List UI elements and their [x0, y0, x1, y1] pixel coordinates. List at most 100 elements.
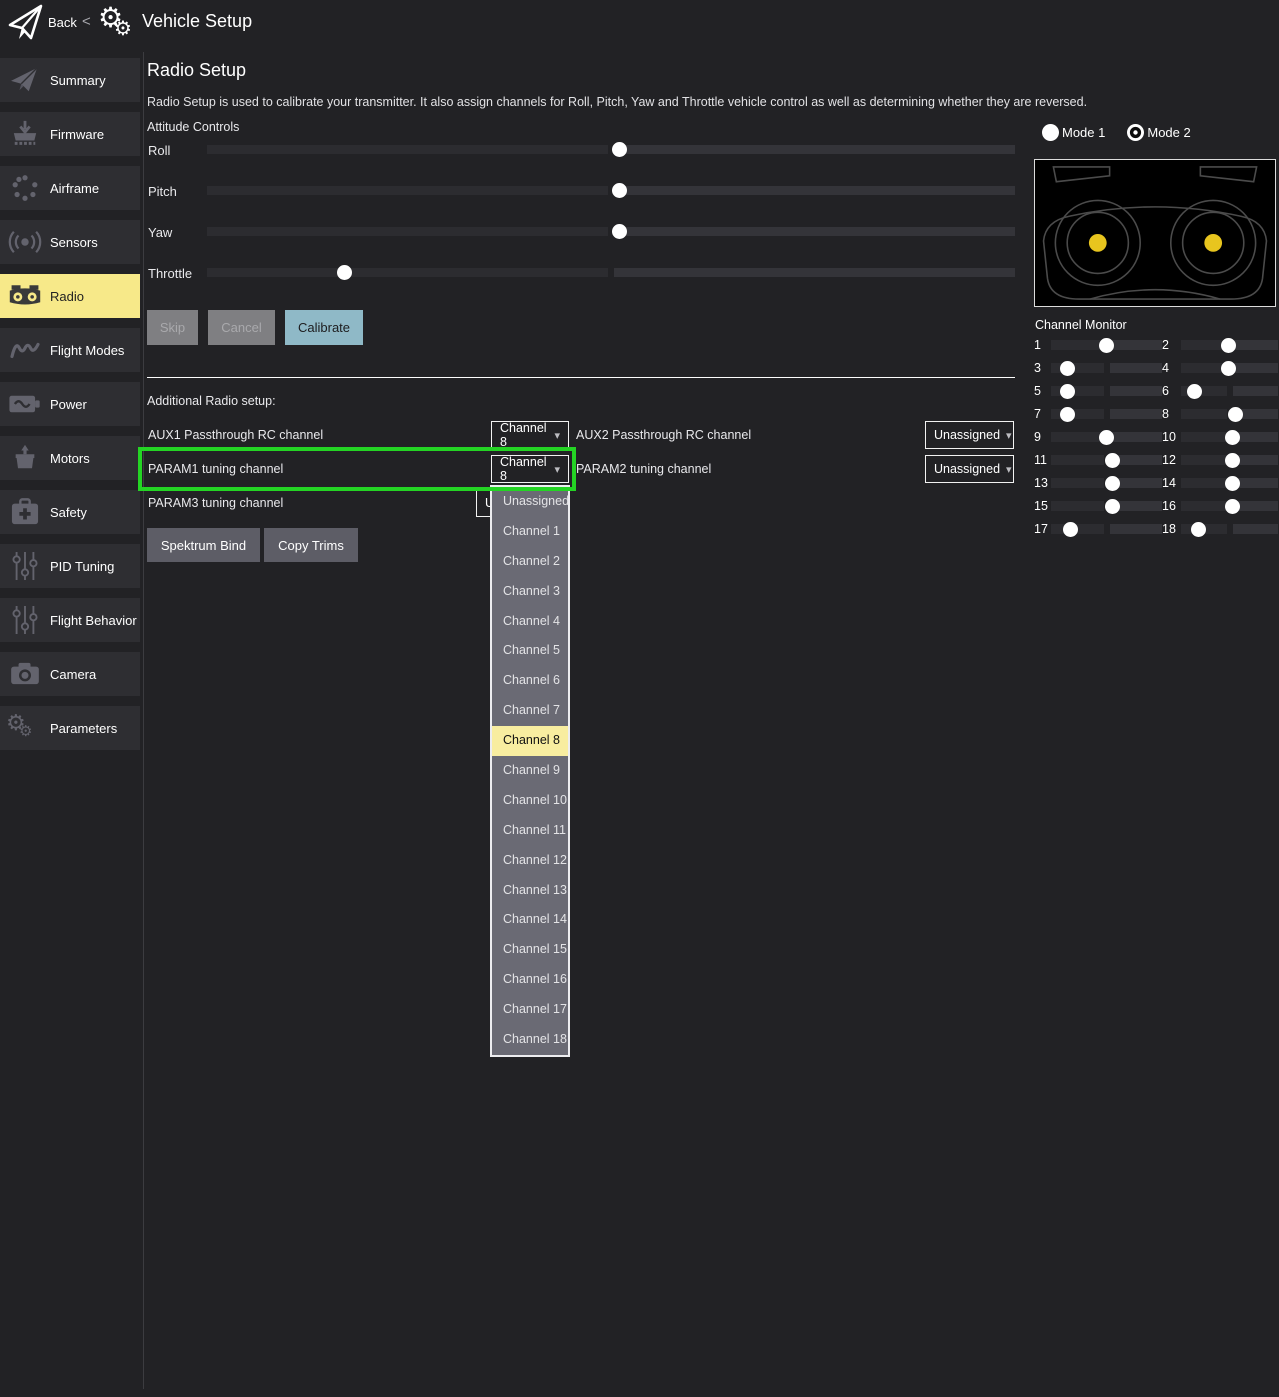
back-button[interactable]: Back — [48, 15, 77, 30]
channel-monitor-row-18: 18 — [1162, 524, 1278, 534]
channel-monitor-row-16: 16 — [1162, 501, 1278, 511]
aux2-passthrough-label: AUX2 Passthrough RC channel — [576, 428, 751, 442]
sidebar-item-label: Parameters — [50, 721, 117, 736]
aux1-passthrough-dropdown[interactable]: Channel 8 — [491, 421, 569, 449]
skip-button[interactable]: Skip — [147, 310, 198, 345]
sidebar-item-radio[interactable]: Radio — [0, 274, 140, 318]
slider-handle[interactable] — [612, 224, 627, 239]
channel-monitor: 123456789101112131415161718 — [1034, 340, 1278, 534]
calibrate-button[interactable]: Calibrate — [285, 310, 363, 345]
sidebar-item-label: Flight Modes — [50, 343, 124, 358]
sidebar-item-camera[interactable]: Camera — [0, 652, 140, 696]
dropdown-option-channel-4[interactable]: Channel 4 — [492, 607, 568, 637]
channel-number: 6 — [1162, 384, 1178, 398]
slider-handle[interactable] — [612, 142, 627, 157]
gears-icon: ⚙⚙ — [0, 708, 50, 748]
dropdown-option-channel-14[interactable]: Channel 14 — [492, 905, 568, 935]
chevron-down-icon — [548, 428, 560, 442]
dropdown-option-channel-1[interactable]: Channel 1 — [492, 517, 568, 547]
sidebar-item-flight-modes[interactable]: Flight Modes — [0, 328, 140, 372]
dropdown-option-channel-18[interactable]: Channel 18 — [492, 1025, 568, 1055]
dropdown-option-channel-12[interactable]: Channel 12 — [492, 846, 568, 876]
section-title: Radio Setup — [147, 60, 246, 81]
chevron-down-icon — [1000, 428, 1012, 442]
sidebar-item-firmware[interactable]: Firmware — [0, 112, 140, 156]
slider-handle[interactable] — [337, 265, 352, 280]
dropdown-option-channel-17[interactable]: Channel 17 — [492, 995, 568, 1025]
sidebar-item-power[interactable]: Power — [0, 382, 140, 426]
dropdown-option-unassigned[interactable]: Unassigned — [492, 487, 568, 517]
safety-icon — [0, 492, 50, 532]
dropdown-option-channel-3[interactable]: Channel 3 — [492, 577, 568, 607]
param2-tuning-dropdown[interactable]: Unassigned — [925, 455, 1014, 483]
copy-trims-button[interactable]: Copy Trims — [264, 528, 358, 562]
sidebar-item-pid-tuning[interactable]: PID Tuning — [0, 544, 140, 588]
sidebar-item-sensors[interactable]: Sensors — [0, 220, 140, 264]
sidebar-item-safety[interactable]: Safety — [0, 490, 140, 534]
channel-bar — [1181, 386, 1278, 396]
radio-button-icon — [1127, 124, 1144, 141]
dropdown-option-channel-11[interactable]: Channel 11 — [492, 816, 568, 846]
slider-label: Roll — [148, 143, 170, 158]
dropdown-option-channel-8[interactable]: Channel 8 — [492, 726, 568, 756]
sidebar-item-motors[interactable]: Motors — [0, 436, 140, 480]
channel-monitor-row-12: 12 — [1162, 455, 1278, 465]
dropdown-option-channel-16[interactable]: Channel 16 — [492, 965, 568, 995]
radio-mode-1[interactable]: Mode 1 — [1042, 124, 1105, 141]
channel-monitor-row-8: 8 — [1162, 409, 1278, 419]
channel-monitor-row-14: 14 — [1162, 478, 1278, 488]
slider-track[interactable] — [207, 145, 1015, 154]
sidebar-item-label: Radio — [50, 289, 84, 304]
slider-handle[interactable] — [612, 183, 627, 198]
spektrum-bind-button[interactable]: Spektrum Bind — [147, 528, 260, 562]
aux2-passthrough-dropdown[interactable]: Unassigned — [925, 421, 1014, 449]
additional-radio-setup-heading: Additional Radio setup: — [147, 394, 276, 408]
sidebar-item-airframe[interactable]: Airframe — [0, 166, 140, 210]
channel-number: 11 — [1034, 453, 1048, 467]
channel-bar — [1051, 363, 1162, 373]
slider-track[interactable] — [207, 186, 1015, 195]
sidebar-item-label: Camera — [50, 667, 96, 682]
param1-tuning-label: PARAM1 tuning channel — [148, 462, 283, 476]
channel-monitor-row-1: 1 — [1034, 340, 1162, 350]
channel-bar — [1051, 501, 1162, 511]
attitude-controls-heading: Attitude Controls — [147, 120, 239, 134]
dropdown-option-channel-10[interactable]: Channel 10 — [492, 786, 568, 816]
param3-tuning-label: PARAM3 tuning channel — [148, 496, 283, 510]
transmitter-sticks-image — [1034, 159, 1276, 307]
sidebar-item-parameters[interactable]: ⚙⚙Parameters — [0, 706, 140, 750]
cancel-button[interactable]: Cancel — [208, 310, 275, 345]
sidebar-item-label: Sensors — [50, 235, 98, 250]
channel-monitor-row-13: 13 — [1034, 478, 1162, 488]
param1-tuning-dropdown[interactable]: Channel 8 — [491, 455, 569, 483]
sidebar-item-summary[interactable]: Summary — [0, 58, 140, 102]
channel-number: 16 — [1162, 499, 1178, 513]
dropdown-option-channel-7[interactable]: Channel 7 — [492, 696, 568, 726]
section-divider — [147, 377, 1015, 378]
channel-number: 13 — [1034, 476, 1048, 490]
radio-mode-2[interactable]: Mode 2 — [1127, 124, 1190, 141]
param2-tuning-label: PARAM2 tuning channel — [576, 462, 711, 476]
motors-icon — [0, 438, 50, 478]
sidebar-item-flight-behavior[interactable]: Flight Behavior — [0, 598, 140, 642]
channel-value-dot — [1105, 476, 1120, 491]
slider-track[interactable] — [207, 227, 1015, 236]
slider-track[interactable] — [207, 268, 1015, 277]
dropdown-option-channel-13[interactable]: Channel 13 — [492, 876, 568, 906]
sliders-icon — [0, 546, 50, 586]
dropdown-option-channel-2[interactable]: Channel 2 — [492, 547, 568, 577]
mode-label: Mode 2 — [1147, 125, 1190, 140]
channel-value-dot — [1228, 407, 1243, 422]
channel-monitor-heading: Channel Monitor — [1035, 318, 1127, 332]
dropdown-option-channel-9[interactable]: Channel 9 — [492, 756, 568, 786]
flight-modes-icon — [0, 330, 50, 370]
channel-bar — [1181, 409, 1278, 419]
yaw-slider-row: Yaw — [147, 224, 1015, 240]
sidebar-item-label: Summary — [50, 73, 106, 88]
dropdown-option-channel-15[interactable]: Channel 15 — [492, 935, 568, 965]
vehicle-setup-gears-icon: ⚙⚙ — [98, 2, 142, 46]
dropdown-option-channel-5[interactable]: Channel 5 — [492, 636, 568, 666]
dropdown-option-channel-6[interactable]: Channel 6 — [492, 666, 568, 696]
qgc-logo-paper-plane-icon[interactable] — [7, 3, 45, 43]
firmware-icon — [0, 114, 50, 154]
